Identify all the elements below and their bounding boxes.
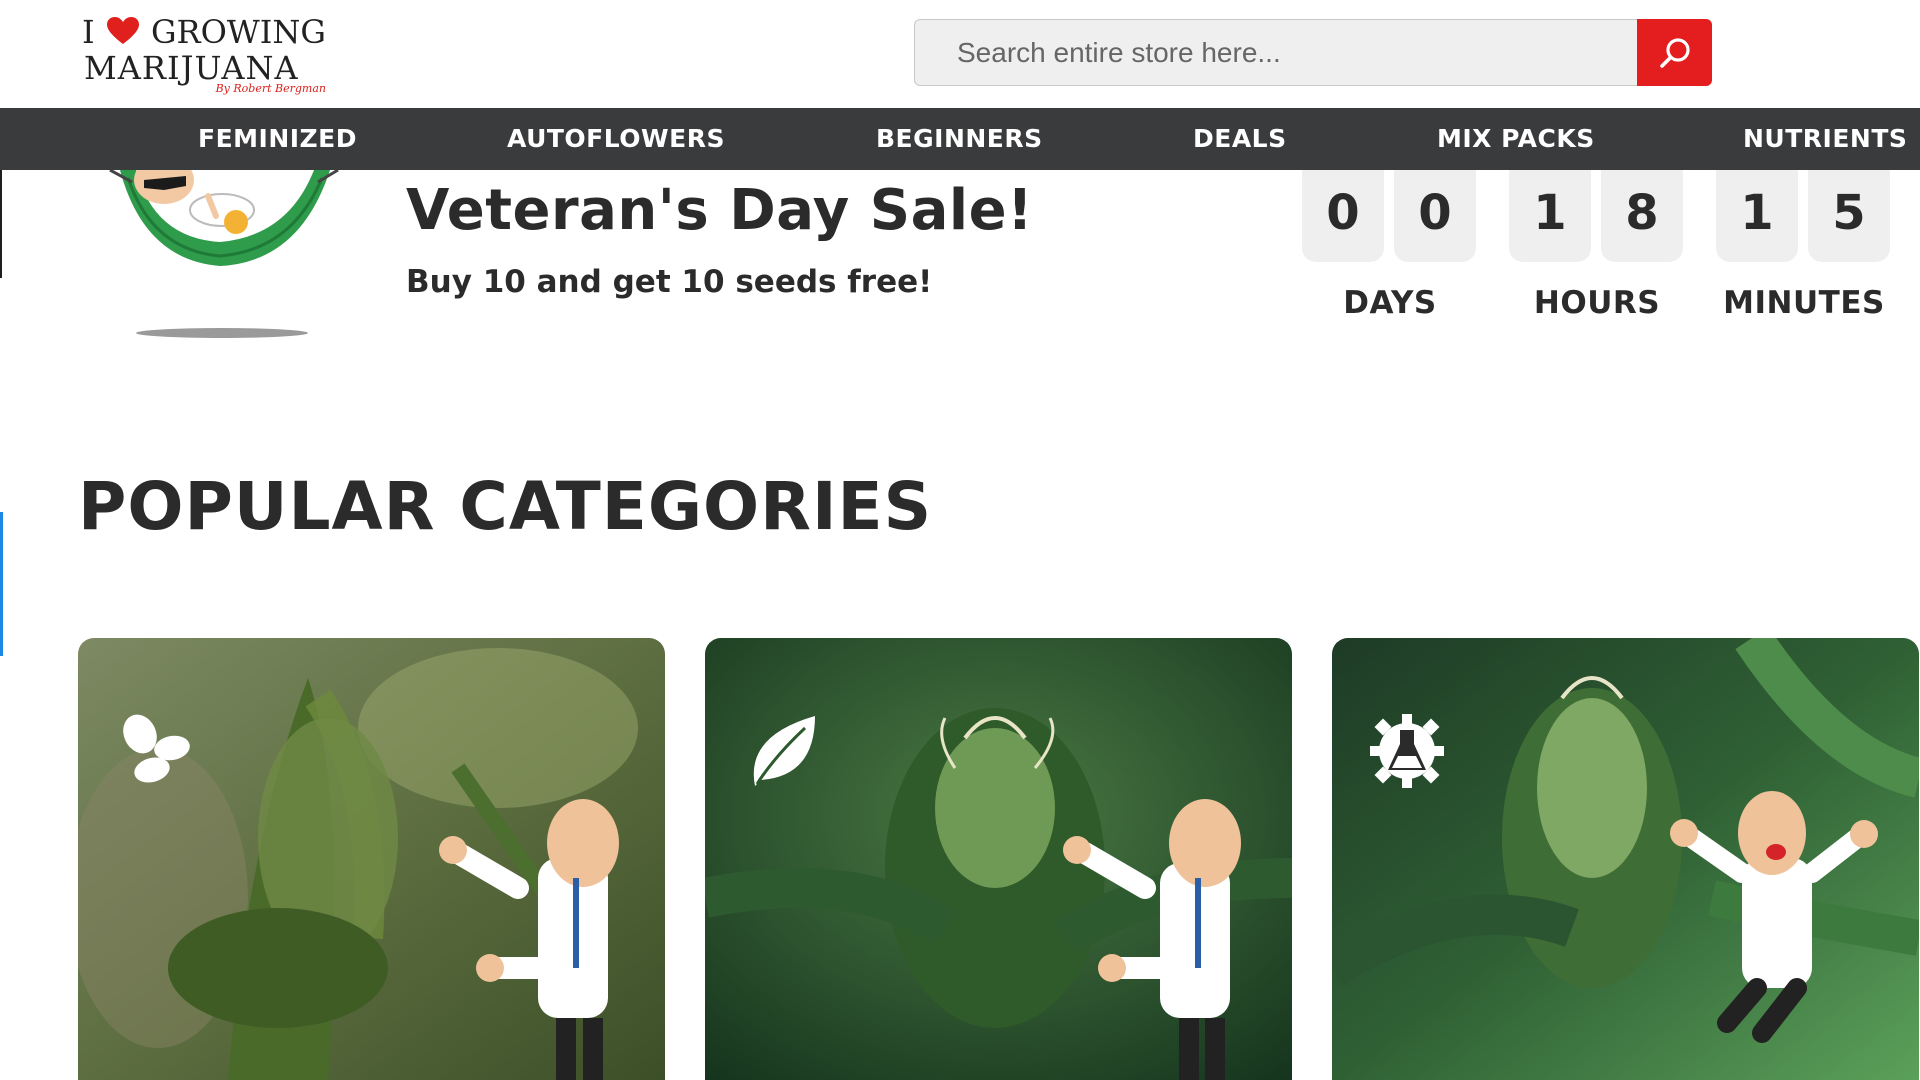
logo-line-1: I GROWING xyxy=(82,12,326,52)
butterfly-icon xyxy=(123,714,190,783)
logo-i-text: I xyxy=(82,13,95,51)
countdown-hours-label: HOURS xyxy=(1533,285,1661,321)
popular-categories-heading: POPULAR CATEGORIES xyxy=(78,468,933,545)
heart-icon xyxy=(106,17,139,44)
countdown-hours-digit-2: 8 xyxy=(1601,170,1683,262)
search-bar xyxy=(914,19,1712,86)
browser-edge-accent xyxy=(0,512,3,656)
promo-subtitle: Buy 10 and get 10 seeds free! xyxy=(406,264,933,300)
cannabis-bud-image xyxy=(705,638,1292,1080)
gear-flask-icon xyxy=(1370,714,1444,788)
countdown-days-digit-1: 0 xyxy=(1302,170,1384,262)
leaf-icon xyxy=(753,716,815,786)
main-nav: FEMINIZED AUTOFLOWERS BEGINNERS DEALS MI… xyxy=(0,108,1920,170)
nav-item-nutrients[interactable]: NUTRIENTS xyxy=(1743,108,1907,170)
countdown-minutes-digit-2: 5 xyxy=(1808,170,1890,262)
nav-item-mix-packs[interactable]: MIX PACKS xyxy=(1437,108,1595,170)
countdown-minutes-label: MINUTES xyxy=(1723,285,1885,321)
countdown-days-digit-2: 0 xyxy=(1394,170,1476,262)
hammock-mascot-image xyxy=(109,170,339,338)
nav-item-beginners[interactable]: BEGINNERS xyxy=(876,108,1043,170)
site-header: I GROWING MARIJUANA By Robert Bergman xyxy=(0,0,1920,108)
site-logo[interactable]: I GROWING MARIJUANA By Robert Bergman xyxy=(82,12,332,98)
logo-byline: By Robert Bergman xyxy=(215,82,326,95)
cannabis-plant-closeup-image xyxy=(1332,638,1919,1080)
cannabis-plant-image xyxy=(78,638,665,1080)
nav-item-autoflowers[interactable]: AUTOFLOWERS xyxy=(507,108,725,170)
nav-item-deals[interactable]: DEALS xyxy=(1193,108,1287,170)
search-icon xyxy=(1659,37,1690,68)
category-card-3[interactable] xyxy=(1332,638,1919,1080)
countdown-hours-digit-1: 1 xyxy=(1509,170,1591,262)
nav-item-feminized[interactable]: FEMINIZED xyxy=(198,108,357,170)
page: I GROWING MARIJUANA By Robert Bergman FE… xyxy=(0,0,1920,1080)
countdown-days-label: DAYS xyxy=(1343,285,1437,321)
search-button[interactable] xyxy=(1637,19,1712,86)
logo-growing-text: GROWING xyxy=(150,13,326,51)
search-input[interactable] xyxy=(915,20,1635,85)
countdown-minutes-digit-1: 1 xyxy=(1716,170,1798,262)
category-card-2[interactable] xyxy=(705,638,1292,1080)
category-card-1[interactable] xyxy=(78,638,665,1080)
promo-title: Veteran's Day Sale! xyxy=(406,178,1034,243)
